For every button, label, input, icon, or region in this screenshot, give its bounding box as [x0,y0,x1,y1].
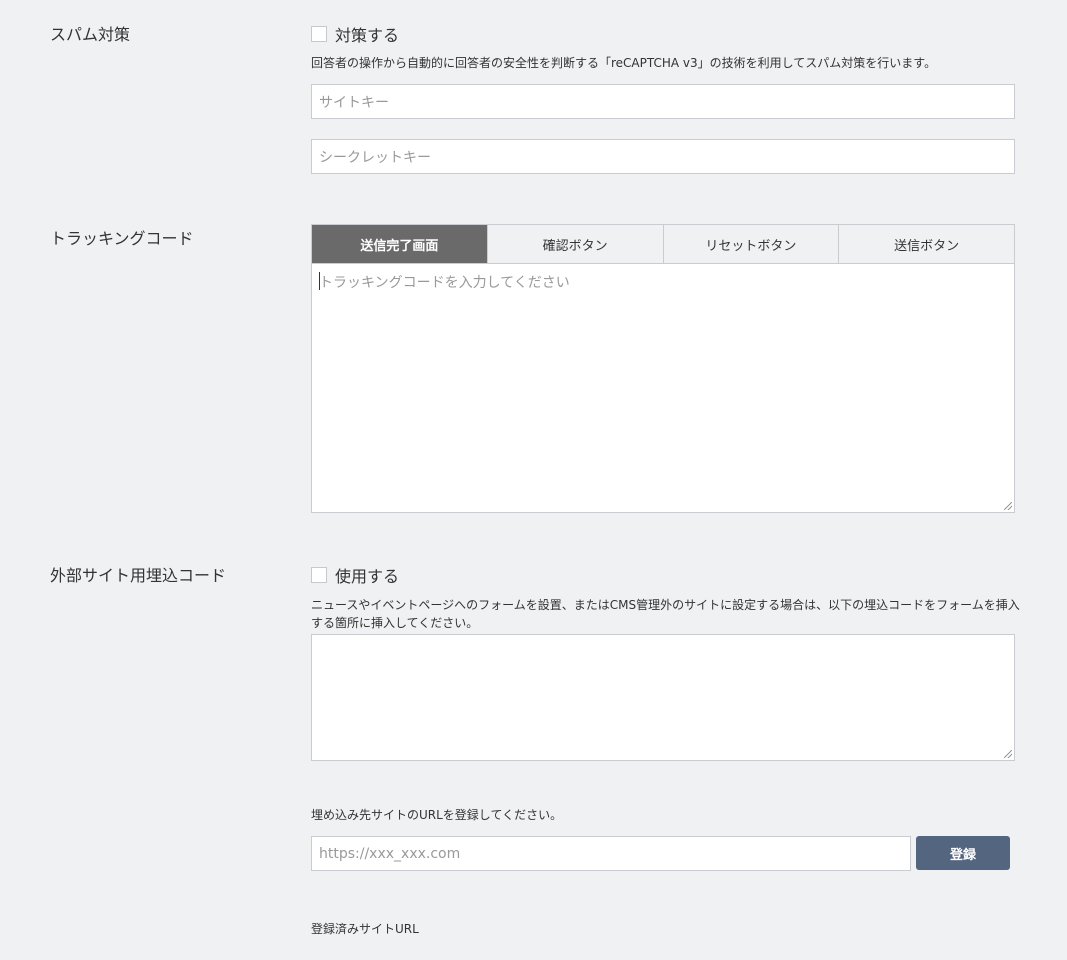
spam-section-label: スパム対策 [50,25,131,44]
spam-checkbox-label: 対策する [335,26,400,45]
secret-key-input[interactable]: シークレットキー [311,139,1015,174]
tab-submit-button[interactable]: 送信ボタン [839,225,1014,264]
resize-handle-icon[interactable] [1004,750,1012,758]
tab-reset-button[interactable]: リセットボタン [663,225,840,264]
resize-handle-icon[interactable] [1004,502,1012,510]
spam-checkbox-row[interactable]: 対策する [311,22,399,46]
register-button[interactable]: 登録 [916,836,1010,870]
tab-completion-screen[interactable]: 送信完了画面 [312,225,488,264]
embed-description: ニュースやイベントページへのフォームを設置、またはCMS管理外のサイトに設定する… [311,598,1020,630]
spam-description: 回答者の操作から自動的に回答者の安全性を判断する「reCAPTCHA v3」の技… [311,56,937,70]
tracking-code-textarea[interactable]: トラッキングコードを入力してください [311,263,1015,513]
embed-section-label: 外部サイト用埋込コード [50,566,227,585]
embed-checkbox-row[interactable]: 使用する [311,563,399,587]
tracking-tabs: 送信完了画面 確認ボタン リセットボタン 送信ボタン [311,224,1015,264]
tracking-section-label: トラッキングコード [50,229,194,248]
tracking-code-placeholder: トラッキングコードを入力してください [319,275,570,291]
url-instruction: 埋め込み先サイトのURLを登録してください。 [311,808,563,822]
site-key-input[interactable]: サイトキー [311,84,1015,119]
embed-checkbox[interactable] [311,567,327,583]
url-input[interactable]: https://xxx_xxx.com [311,836,911,871]
registered-urls-label: 登録済みサイトURL [311,922,419,936]
spam-checkbox[interactable] [311,26,327,42]
tab-confirm-button[interactable]: 確認ボタン [487,225,664,264]
embed-code-textarea[interactable] [311,634,1015,761]
embed-checkbox-label: 使用する [335,567,400,586]
